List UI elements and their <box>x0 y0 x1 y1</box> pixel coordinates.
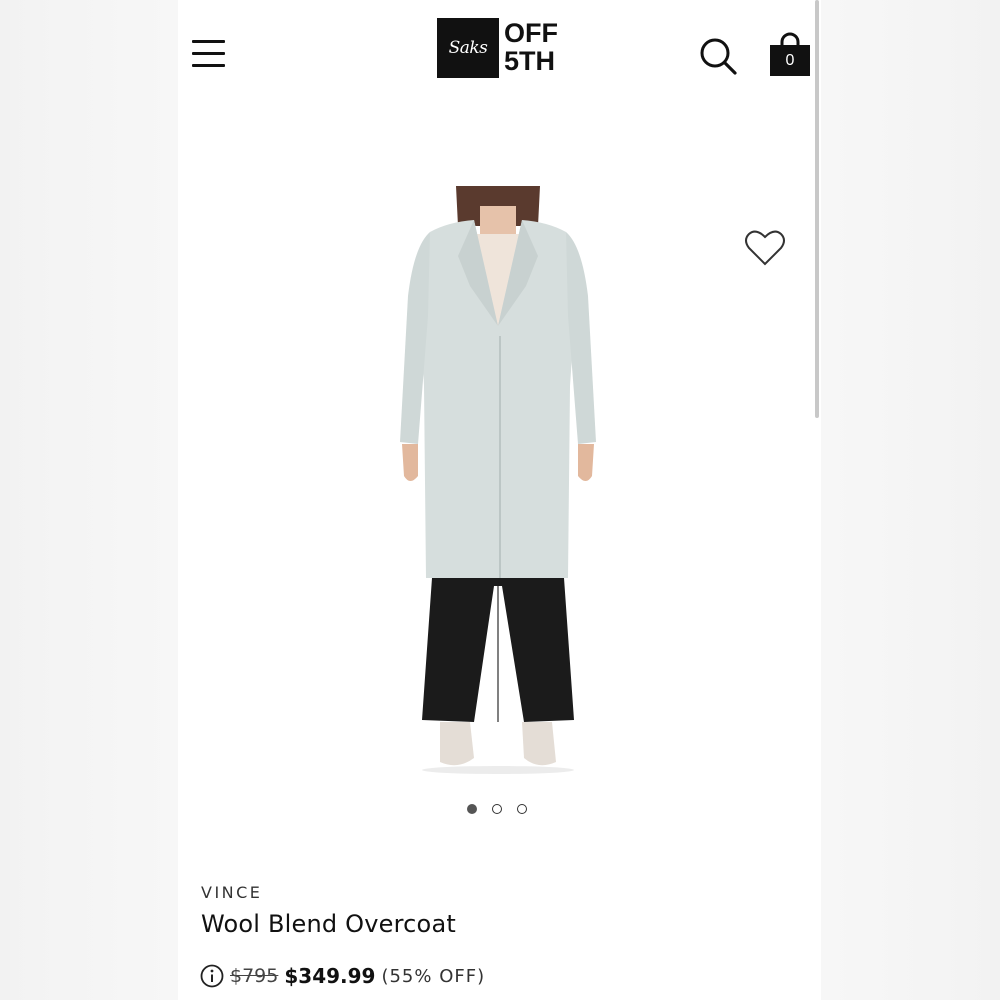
carousel-dot-3[interactable] <box>517 804 527 814</box>
original-price: $795 <box>230 965 279 987</box>
product-image[interactable] <box>378 186 618 776</box>
image-carousel-dots <box>467 804 527 818</box>
shopping-bag-button[interactable]: 0 <box>768 32 812 78</box>
menu-bar <box>192 52 225 55</box>
search-icon <box>700 38 737 75</box>
wishlist-button[interactable] <box>744 228 786 268</box>
logo-script-text: Saks <box>448 38 488 58</box>
bag-count: 0 <box>785 52 795 69</box>
page-scrollbar[interactable] <box>815 0 819 418</box>
product-name: Wool Blend Overcoat <box>201 910 456 938</box>
logo-line-1: OFF <box>504 18 558 48</box>
sale-price: $349.99 <box>284 964 376 988</box>
search-button[interactable] <box>698 36 738 76</box>
menu-bar <box>192 64 225 67</box>
product-brand[interactable]: VINCE <box>201 883 262 902</box>
logo-line-2: 5TH <box>504 46 556 76</box>
price-row: $795 $349.99 (55% OFF) <box>200 964 485 988</box>
carousel-dot-2[interactable] <box>492 804 502 814</box>
logo-mark: Saks <box>437 18 499 78</box>
mobile-page: Saks OFF 5TH 0 VINCE Wool Blend Overcoat… <box>178 0 821 1000</box>
menu-button[interactable] <box>192 38 226 70</box>
info-circle-icon[interactable] <box>200 964 224 988</box>
logo-wordmark: OFF 5TH <box>504 19 558 75</box>
carousel-dot-1[interactable] <box>467 804 477 814</box>
menu-bar <box>192 40 225 43</box>
saks-off-5th-logo[interactable]: Saks OFF 5TH <box>437 18 569 78</box>
discount-badge: (55% OFF) <box>381 965 486 987</box>
heart-outline-icon <box>745 230 785 266</box>
